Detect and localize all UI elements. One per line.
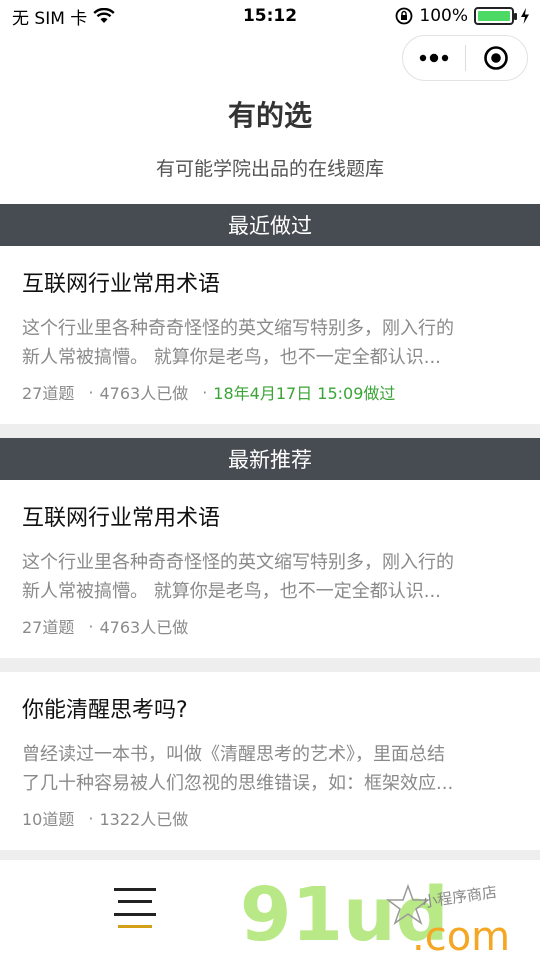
status-right: 100% (395, 6, 530, 26)
meta-dot: · (88, 616, 94, 636)
quiz-desc-line: 新人常被搞懵。 就算你是老鸟，也不一定全都认识... (22, 347, 441, 368)
quiz-meta: 27道题 · 4763人已做 (22, 614, 518, 638)
people-count: 4763人已做 (99, 618, 189, 637)
carrier-label: 无 SIM 卡 (12, 8, 88, 29)
question-count: 27道题 (22, 618, 75, 637)
quiz-description: 曾经读过一本书，叫做《清醒思考的艺术》，里面总结 了几十种容易被人们忽视的思维错… (22, 740, 518, 798)
watermark-logo: 91ud .com 小程序商店 (240, 872, 510, 956)
more-icon (419, 53, 448, 63)
question-count: 27道题 (22, 384, 75, 403)
recent-quiz-card[interactable]: 互联网行业常用术语 这个行业里各种奇奇怪怪的英文缩写特别多，刚入行的 新人常被搞… (0, 270, 540, 404)
quiz-description: 这个行业里各种奇奇怪怪的英文缩写特别多，刚入行的 新人常被搞懵。 就算你是老鸟，… (22, 548, 518, 606)
close-target-icon (484, 46, 509, 70)
quiz-title: 互联网行业常用术语 (22, 272, 221, 297)
quiz-desc-line: 这个行业里各种奇奇怪怪的英文缩写特别多，刚入行的 (22, 552, 454, 573)
page-title: 有的选 (227, 99, 312, 132)
close-button[interactable] (466, 36, 528, 80)
more-button[interactable] (403, 36, 465, 80)
recommend-quiz-card[interactable]: 互联网行业常用术语 这个行业里各种奇奇怪怪的英文缩写特别多，刚入行的 新人常被搞… (0, 504, 540, 638)
meta-dot: · (88, 382, 94, 402)
quiz-meta: 10道题 · 1322人已做 (22, 806, 518, 830)
section-separator (0, 424, 540, 438)
watermark-domain: .com (412, 914, 510, 956)
bottom-bar: 91ud .com 小程序商店 (0, 860, 540, 960)
card-separator (0, 658, 540, 672)
section-header-recent: 最近做过 (0, 204, 540, 246)
battery-percent: 100% (419, 6, 468, 26)
lock-rotation-icon (395, 7, 413, 25)
question-count: 10道题 (22, 810, 75, 829)
quiz-desc-line: 了几十种容易被人们忽视的思维错误，如：框架效应... (22, 773, 454, 794)
charging-icon (521, 8, 529, 24)
miniprogram-capsule (402, 35, 528, 81)
quiz-meta: 27道题 · 4763人已做 · 18年4月17日 15:09做过 (22, 380, 518, 404)
meta-dot: · (88, 808, 94, 828)
quiz-title: 互联网行业常用术语 (22, 506, 221, 531)
quiz-desc-line: 这个行业里各种奇奇怪怪的英文缩写特别多，刚入行的 (22, 318, 454, 339)
quiz-description: 这个行业里各种奇奇怪怪的英文缩写特别多，刚入行的 新人常被搞懵。 就算你是老鸟，… (22, 314, 518, 372)
people-count: 4763人已做 (99, 384, 189, 403)
recommend-quiz-card[interactable]: 你能清醒思考吗? 曾经读过一本书，叫做《清醒思考的艺术》，里面总结 了几十种容易… (0, 696, 540, 830)
done-time: 18年4月17日 15:09做过 (213, 384, 396, 403)
people-count: 1322人已做 (99, 810, 189, 829)
meta-dot: · (202, 382, 208, 402)
page-subtitle: 有可能学院出品的在线题库 (155, 158, 384, 180)
status-bar: 无 SIM 卡 15:12 100% (0, 0, 540, 32)
section-header-recommend: 最新推荐 (0, 438, 540, 480)
status-left: 无 SIM 卡 (12, 4, 115, 29)
wifi-icon (93, 8, 115, 23)
quiz-desc-line: 新人常被搞懵。 就算你是老鸟，也不一定全都认识... (22, 581, 441, 602)
quiz-desc-line: 曾经读过一本书，叫做《清醒思考的艺术》，里面总结 (22, 744, 445, 765)
quiz-title: 你能清醒思考吗? (22, 698, 188, 723)
battery-icon (474, 7, 517, 25)
menu-icon[interactable] (114, 888, 156, 928)
